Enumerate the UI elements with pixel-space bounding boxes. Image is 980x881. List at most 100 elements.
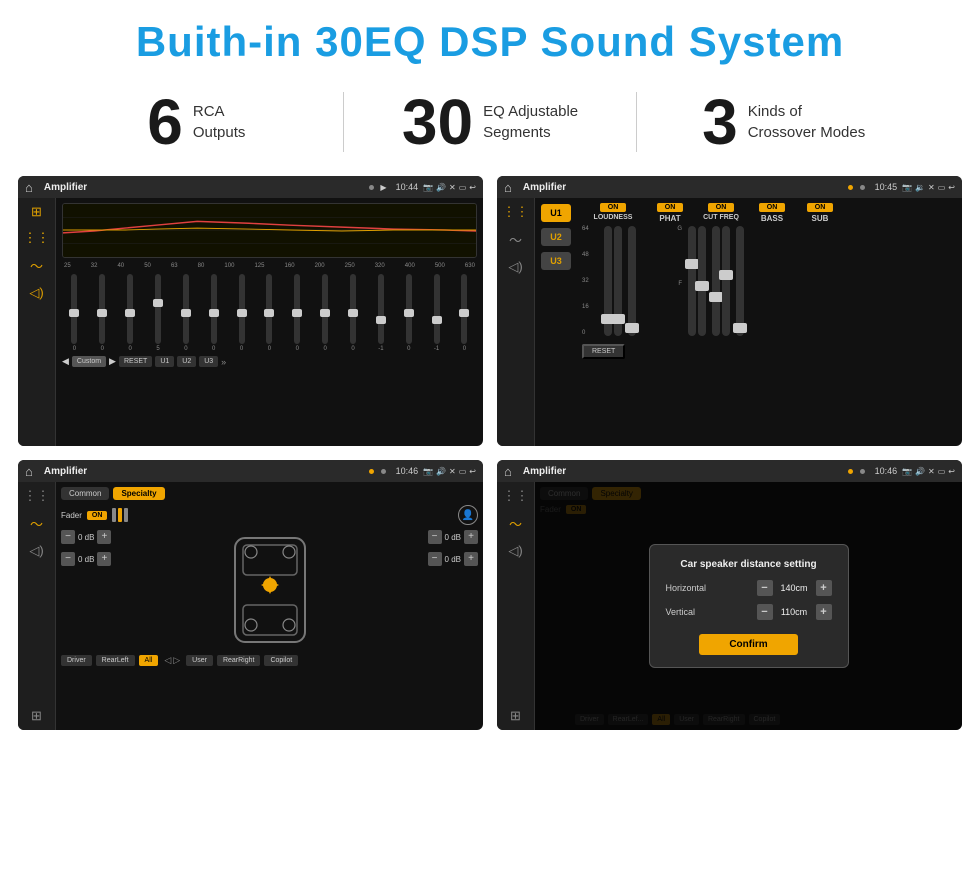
eq-slider-track-6 <box>239 274 245 344</box>
fader-eq-icon[interactable]: ⋮⋮ <box>24 488 50 504</box>
amp-speaker-icon[interactable]: ◁) <box>508 259 522 275</box>
db-minus-rl[interactable]: − <box>61 552 75 566</box>
dist-wave-icon[interactable]: 〜 <box>509 514 522 533</box>
db-minus-rr[interactable]: − <box>428 552 442 566</box>
eq-slider-track-13 <box>434 274 440 344</box>
eq-slider-4[interactable]: 0 <box>173 274 198 352</box>
copilot-btn[interactable]: Copilot <box>264 655 298 666</box>
home-icon-3: ⌂ <box>25 464 33 479</box>
cutfreq-slider-2[interactable] <box>698 226 706 336</box>
camera-icon-4: 📷 <box>902 467 912 476</box>
sb-title-2: Amplifier <box>523 182 842 193</box>
speaker-sidebar-icon[interactable]: ◁) <box>29 285 43 301</box>
sb-icons-4: 📷 🔊 ✕ ▭ ↩ <box>902 467 955 476</box>
eq-slider-9[interactable]: 0 <box>313 274 338 352</box>
tab-common[interactable]: Common <box>61 487 109 500</box>
db-plus-fr[interactable]: + <box>464 530 478 544</box>
eq-slider-7[interactable]: 0 <box>257 274 282 352</box>
all-btn[interactable]: All <box>139 655 159 666</box>
dist-eq-icon[interactable]: ⋮⋮ <box>503 488 529 504</box>
fader-expand-icon[interactable]: ⊞ <box>31 708 42 724</box>
expand-icon[interactable]: » <box>221 357 226 367</box>
dist-expand-icon[interactable]: ⊞ <box>510 708 521 724</box>
vertical-plus-btn[interactable]: + <box>816 604 832 620</box>
eq-slider-6[interactable]: 0 <box>229 274 254 352</box>
amp-wave-icon[interactable]: 〜 <box>509 230 522 249</box>
eq-slider-thumb-12 <box>404 309 414 317</box>
ch-sub-on[interactable]: ON <box>807 203 834 212</box>
db-control-fr: − 0 dB + <box>428 530 478 544</box>
sub-slider[interactable] <box>736 226 744 336</box>
u2-btn-1[interactable]: U2 <box>177 356 196 367</box>
eq-slider-val-4: 0 <box>184 346 187 352</box>
db-plus-rr[interactable]: + <box>464 552 478 566</box>
eq-slider-1[interactable]: 0 <box>90 274 115 352</box>
eq-slider-11[interactable]: -1 <box>368 274 393 352</box>
db-minus-fr[interactable]: − <box>428 530 442 544</box>
stat-divider-2 <box>636 92 637 152</box>
eq-slider-13[interactable]: -1 <box>424 274 449 352</box>
db-plus-fl[interactable]: + <box>97 530 111 544</box>
home-sidebar-icon[interactable]: ⊞ <box>31 204 42 220</box>
prev-icon[interactable]: ◀ <box>62 356 69 367</box>
ch-bass-on[interactable]: ON <box>759 203 786 212</box>
horizontal-minus-btn[interactable]: − <box>757 580 773 596</box>
eq-slider-8[interactable]: 0 <box>285 274 310 352</box>
eq-slider-track-12 <box>406 274 412 344</box>
reset-btn-2[interactable]: RESET <box>582 344 625 359</box>
loudness-slider-2[interactable] <box>614 226 622 336</box>
eq-slider-5[interactable]: 0 <box>201 274 226 352</box>
tab-specialty[interactable]: Specialty <box>113 487 164 500</box>
amp-eq-icon[interactable]: ⋮⋮ <box>503 204 529 220</box>
bass-slider-1[interactable] <box>712 226 720 336</box>
bass-slider-2[interactable] <box>722 226 730 336</box>
eq-slider-3[interactable]: 5 <box>146 274 171 352</box>
rearright-btn[interactable]: RearRight <box>217 655 261 666</box>
u3-btn-1[interactable]: U3 <box>199 356 218 367</box>
rearleft-btn[interactable]: RearLeft <box>96 655 135 666</box>
reset-btn-1[interactable]: RESET <box>119 356 152 367</box>
preset-custom-btn[interactable]: Custom <box>72 356 106 367</box>
eq-slider-track-14 <box>461 274 467 344</box>
fader-wave-icon[interactable]: 〜 <box>30 514 43 533</box>
db-plus-rl[interactable]: + <box>97 552 111 566</box>
ch-bass-name: BASS <box>761 214 783 223</box>
eq-sidebar-eq-icon[interactable]: ⋮⋮ <box>24 230 50 246</box>
fader-on-btn[interactable]: ON <box>87 511 108 520</box>
eq-slider-14[interactable]: 0 <box>452 274 477 352</box>
horizontal-plus-btn[interactable]: + <box>816 580 832 596</box>
db-control-rr: − 0 dB + <box>428 552 478 566</box>
fader-profile-icon[interactable]: 👤 <box>458 505 478 525</box>
u1-btn-1[interactable]: U1 <box>155 356 174 367</box>
vertical-value: 110cm <box>777 607 812 617</box>
eq-slider-10[interactable]: 0 <box>341 274 366 352</box>
status-dot <box>369 185 374 190</box>
wave-sidebar-icon[interactable]: 〜 <box>30 256 43 275</box>
distance-modal: Car speaker distance setting Horizontal … <box>649 544 849 668</box>
vertical-minus-btn[interactable]: − <box>757 604 773 620</box>
eq-slider-12[interactable]: 0 <box>396 274 421 352</box>
user-btn[interactable]: User <box>186 655 213 666</box>
stat-eq-text: EQ Adjustable Segments <box>483 101 578 143</box>
confirm-button[interactable]: Confirm <box>699 634 797 655</box>
u3-btn-2[interactable]: U3 <box>541 252 571 270</box>
phat-slider[interactable] <box>628 226 636 336</box>
u1-btn-2[interactable]: U1 <box>541 204 571 222</box>
eq-slider-0[interactable]: 0 <box>62 274 87 352</box>
ch-phat-on[interactable]: ON <box>657 203 684 212</box>
ch-cutfreq-name: CUT FREQ <box>703 214 739 221</box>
ch-loudness-on[interactable]: ON <box>600 203 627 212</box>
fader-speaker-icon[interactable]: ◁) <box>29 543 43 559</box>
close-icon-4: ✕ <box>928 467 935 476</box>
u2-btn-2[interactable]: U2 <box>541 228 571 246</box>
stat-divider-1 <box>343 92 344 152</box>
driver-btn[interactable]: Driver <box>61 655 92 666</box>
fader-sidebar: ⋮⋮ 〜 ◁) ⊞ <box>18 482 56 730</box>
home-icon-2: ⌂ <box>504 180 512 195</box>
ch-cutfreq-on[interactable]: ON <box>708 203 735 212</box>
db-minus-fl[interactable]: − <box>61 530 75 544</box>
eq-slider-2[interactable]: 0 <box>118 274 143 352</box>
dist-speaker-icon[interactable]: ◁) <box>508 543 522 559</box>
next-icon[interactable]: ▶ <box>109 356 116 367</box>
stat-rca-number: 6 <box>147 90 183 154</box>
